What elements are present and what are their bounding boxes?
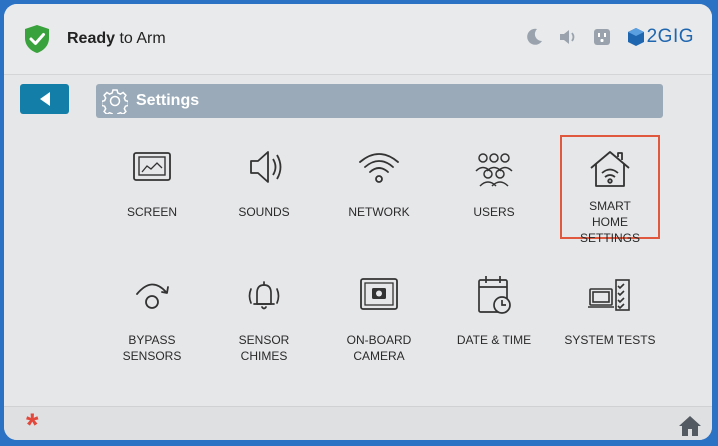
brand-name: 2GIG [646, 26, 694, 47]
page-title-bar: Settings [96, 84, 663, 118]
tile-label: ON-BOARD CAMERA [346, 333, 412, 363]
smart-home-icon [590, 151, 630, 187]
tile-date-time[interactable]: DATE & TIME [444, 272, 544, 348]
screen-icon [133, 152, 171, 181]
page-title: Settings [136, 92, 200, 109]
speaker-icon [250, 151, 282, 183]
wifi-icon [359, 153, 399, 183]
arming-status: Ready to Arm [67, 30, 166, 48]
status-ready: Ready [67, 30, 116, 47]
tile-smart-home-settings[interactable]: SMART HOME SETTINGS [560, 135, 660, 245]
system-tests-icon [588, 279, 630, 311]
bottom-bar: * [4, 406, 712, 440]
tile-sensor-chimes[interactable]: SENSOR CHIMES [214, 272, 314, 364]
status-bar: Ready to Arm 2GIG [4, 4, 712, 75]
tile-label: NETWORK [348, 205, 410, 219]
tile-system-tests[interactable]: SYSTEM TESTS [560, 272, 660, 348]
panel-screen: Ready to Arm 2GIG Settings SCREEN SOUNDS… [4, 4, 712, 440]
camera-icon [360, 278, 398, 310]
back-button[interactable] [20, 84, 69, 114]
users-icon [475, 153, 513, 187]
tile-label: BYPASS SENSORS [122, 333, 182, 363]
tile-label: SENSOR CHIMES [238, 333, 290, 363]
brand-logo: 2GIG [627, 26, 694, 48]
bypass-icon [136, 283, 169, 309]
status-icons: 2GIG [511, 26, 694, 48]
status-to-arm: to Arm [115, 30, 166, 47]
tile-bypass-sensors[interactable]: BYPASS SENSORS [102, 272, 202, 364]
tile-sounds[interactable]: SOUNDS [214, 144, 314, 220]
tile-label: SCREEN [126, 205, 177, 219]
shield-check-icon [25, 25, 49, 53]
emergency-button[interactable]: * [26, 408, 38, 440]
tile-on-board-camera[interactable]: ON-BOARD CAMERA [329, 272, 429, 364]
tile-label: SYSTEM TESTS [564, 333, 656, 347]
home-icon[interactable] [678, 414, 702, 438]
power-outlet-icon[interactable] [591, 26, 613, 48]
tile-label: SMART HOME SETTINGS [579, 199, 640, 245]
volume-icon[interactable] [557, 26, 579, 48]
calendar-clock-icon [478, 276, 511, 314]
back-arrow-icon [39, 92, 50, 106]
moon-icon[interactable] [523, 26, 545, 48]
tile-label: USERS [473, 205, 515, 219]
bell-icon [248, 281, 280, 310]
brand-cube-icon [627, 28, 644, 46]
tile-label: DATE & TIME [456, 333, 532, 347]
tile-screen[interactable]: SCREEN [102, 144, 202, 220]
tile-network[interactable]: NETWORK [329, 144, 429, 220]
tile-users[interactable]: USERS [444, 144, 544, 220]
gear-icon [102, 89, 128, 114]
tile-label: SOUNDS [238, 205, 290, 219]
